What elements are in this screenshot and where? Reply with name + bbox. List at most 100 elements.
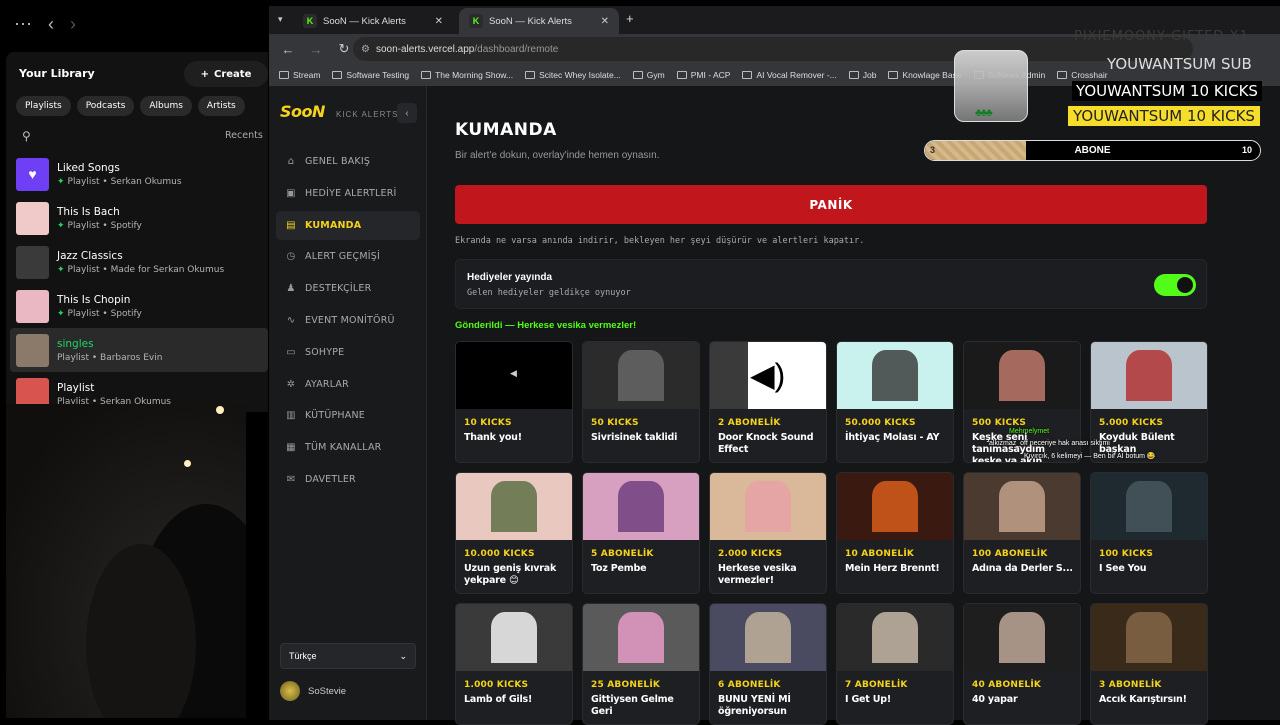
back-icon[interactable]: ← bbox=[279, 42, 297, 57]
recents-sort[interactable]: Recents bbox=[225, 130, 263, 141]
alert-card[interactable]: 10.000 KICKS Uzun geniş kıvrak yekpare 😊 bbox=[455, 472, 573, 594]
tab-1[interactable]: K SooN — Kick Alerts ✕ bbox=[293, 8, 453, 34]
overlay-sub-text: YOUWANTSUM SUB bbox=[1107, 55, 1252, 73]
gifts-live-toggle[interactable] bbox=[1154, 274, 1196, 296]
folder-icon bbox=[742, 71, 753, 79]
panic-button[interactable]: PANİK bbox=[455, 185, 1207, 224]
library-item[interactable]: Jazz Classics ✦ Playlist • Made for Serka… bbox=[10, 240, 268, 284]
library-title[interactable]: Your Library bbox=[19, 67, 95, 80]
sidebar-item-gift[interactable]: ▣ HEDİYE ALERTLERİ bbox=[276, 179, 420, 208]
alert-card[interactable]: 50 KICKS Sivrisinek taklidi bbox=[582, 341, 700, 463]
alert-card[interactable]: 2.000 KICKS Herkese vesika vermezler! bbox=[709, 472, 827, 594]
new-tab-icon[interactable]: + bbox=[626, 11, 634, 26]
library-item[interactable]: ♥ Liked Songs ✦ Playlist • Serkan Okumus bbox=[10, 152, 268, 196]
playlist-cover bbox=[16, 245, 49, 279]
alert-thumbnail bbox=[583, 473, 699, 540]
app-logo-subtitle: KICK ALERTS bbox=[336, 110, 399, 119]
bookmark-item[interactable]: Job bbox=[848, 70, 876, 80]
bookmark-item[interactable]: PMI - ACP bbox=[676, 70, 730, 80]
tab-2[interactable]: K SooN — Kick Alerts ✕ bbox=[459, 8, 619, 34]
alert-card[interactable]: 100 ABONELİK Adına da Derler S... bbox=[963, 472, 1081, 594]
bookmark-item[interactable]: Software Testing bbox=[332, 70, 409, 80]
forward-icon[interactable]: → bbox=[307, 42, 325, 57]
alert-card[interactable]: ◀ 10 KICKS Thank you! bbox=[455, 341, 573, 463]
spotify-top-controls: ⋯ ‹ › bbox=[14, 14, 76, 35]
playlist-cover bbox=[16, 289, 49, 323]
alert-title: Sivrisinek taklidi bbox=[591, 432, 678, 443]
back-icon[interactable]: ‹ bbox=[48, 14, 54, 35]
sidebar-item-activity[interactable]: ∿ EVENT MONİTÖRÜ bbox=[276, 306, 420, 335]
chip-albums[interactable]: Albums bbox=[140, 96, 192, 116]
sidebar-item-users[interactable]: ♟ DESTEKÇİLER bbox=[276, 274, 420, 303]
alert-price: 100 ABONELİK bbox=[972, 549, 1048, 559]
gifts-live-panel: Hediyeler yayında Gelen hediyeler geldik… bbox=[455, 259, 1207, 309]
collapse-sidebar-button[interactable]: ‹ bbox=[397, 103, 417, 123]
chip-artists[interactable]: Artists bbox=[197, 96, 245, 116]
alert-card[interactable]: 7 ABONELİK I Get Up! bbox=[836, 603, 954, 725]
sidebar-item-label: TÜM KANALLAR bbox=[305, 442, 382, 454]
alert-price: 7 ABONELİK bbox=[845, 680, 908, 690]
sidebar-item-label: DAVETLER bbox=[305, 473, 356, 485]
alert-card[interactable]: 3 ABONELİK Accık Karıştırsın! bbox=[1090, 603, 1208, 725]
bookmark-item[interactable]: Gym bbox=[632, 70, 665, 80]
sidebar-item-home[interactable]: ⌂ GENEL BAKIŞ bbox=[276, 147, 420, 176]
avatar bbox=[280, 681, 300, 701]
site-info-icon[interactable]: ⚙ bbox=[361, 44, 370, 55]
alert-card[interactable]: 5 ABONELİK Toz Pembe bbox=[582, 472, 700, 594]
alert-price: 100 KICKS bbox=[1099, 549, 1154, 559]
sidebar-item-label: HEDİYE ALERTLERİ bbox=[305, 187, 397, 199]
close-tab-icon[interactable]: ✕ bbox=[435, 16, 443, 27]
chip-playlists[interactable]: Playlists bbox=[16, 96, 71, 116]
sub-goal-max: 10 bbox=[1241, 145, 1252, 155]
bookmark-item[interactable]: The Morning Show... bbox=[421, 70, 513, 80]
alert-title: Adına da Derler S... bbox=[972, 563, 1073, 574]
library-item-sub: ✦ Playlist • Made for Serkan Okumus bbox=[57, 264, 225, 275]
bookmark-item[interactable]: Scitec Whey Isolate... bbox=[525, 70, 621, 80]
sidebar-item-library[interactable]: ▥ KÜTÜPHANE bbox=[276, 401, 420, 430]
bookmark-item[interactable]: AI Vocal Remover -... bbox=[742, 70, 837, 80]
sidebar-item-chat[interactable]: ▭ SOHYPE bbox=[276, 338, 420, 367]
alert-card[interactable]: 40 ABONELİK 40 yapar bbox=[963, 603, 1081, 725]
folder-icon bbox=[632, 71, 643, 79]
sidebar-item-remote[interactable]: ▤ KUMANDA bbox=[276, 210, 420, 240]
more-icon[interactable]: ⋯ bbox=[14, 14, 32, 35]
alert-card[interactable]: 100 KICKS I See You bbox=[1090, 472, 1208, 594]
library-item[interactable]: This Is Bach ✦ Playlist • Spotify bbox=[10, 196, 268, 240]
search-icon[interactable]: ⚲ bbox=[22, 129, 31, 143]
library-item-name: Liked Songs bbox=[57, 161, 120, 174]
library-item-name: Playlist bbox=[57, 381, 95, 394]
sidebar-item-history[interactable]: ◷ ALERT GEÇMİŞİ bbox=[276, 242, 420, 271]
alert-thumbnail bbox=[964, 342, 1080, 409]
sidebar-item-gear[interactable]: ✲ AYARLAR bbox=[276, 370, 420, 399]
library-item[interactable]: singles Playlist • Barbaros Evin bbox=[10, 328, 268, 372]
alert-title: Gittiysen Gelme Geri bbox=[591, 694, 674, 717]
alert-card[interactable]: 50.000 KICKS İhtiyaç Molası - AY bbox=[836, 341, 954, 463]
gifts-live-description: Gelen hediyeler geldikçe oynuyor bbox=[467, 288, 631, 298]
sidebar-item-channels[interactable]: ▦ TÜM KANALLAR bbox=[276, 433, 420, 462]
alert-card[interactable]: ◀) 2 ABONELİK Door Knock Sound Effect bbox=[709, 341, 827, 463]
language-select[interactable]: Türkçe ⌄ bbox=[280, 643, 416, 669]
alert-title: Door Knock Sound Effect bbox=[718, 432, 814, 455]
alert-card[interactable]: 1.000 KICKS Lamb of Gils! bbox=[455, 603, 573, 725]
heart-icon: ♥ bbox=[28, 166, 37, 182]
alert-card[interactable]: 25 ABONELİK Gittiysen Gelme Geri bbox=[582, 603, 700, 725]
money-icon: ♣♣♣ bbox=[975, 107, 993, 119]
sidebar-item-label: DESTEKÇİLER bbox=[305, 283, 372, 295]
alert-thumbnail bbox=[1091, 604, 1207, 671]
tab-search-icon[interactable]: ▾ bbox=[278, 14, 283, 25]
plus-icon: + bbox=[200, 68, 209, 80]
create-label: Create bbox=[214, 68, 252, 80]
alert-card[interactable]: 10 ABONELİK Mein Herz Brennt! bbox=[836, 472, 954, 594]
user-profile[interactable]: SoStevie bbox=[280, 681, 346, 701]
alert-title: Accık Karıştırsın! bbox=[1099, 694, 1187, 705]
sidebar-item-invite[interactable]: ✉ DAVETLER bbox=[276, 465, 420, 494]
chip-podcasts[interactable]: Podcasts bbox=[76, 96, 135, 116]
reload-icon[interactable]: ↻ bbox=[335, 41, 353, 57]
close-tab-icon[interactable]: ✕ bbox=[601, 16, 609, 27]
forward-icon[interactable]: › bbox=[70, 14, 76, 35]
bookmark-item[interactable]: Stream bbox=[279, 70, 320, 80]
app-logo[interactable]: SooN bbox=[280, 102, 325, 121]
alert-card[interactable]: 6 ABONELİK BUNU YENİ Mİ öğreniyorsun bbox=[709, 603, 827, 725]
library-item[interactable]: This Is Chopin ✦ Playlist • Spotify bbox=[10, 284, 268, 328]
create-button[interactable]: + Create bbox=[184, 61, 268, 87]
